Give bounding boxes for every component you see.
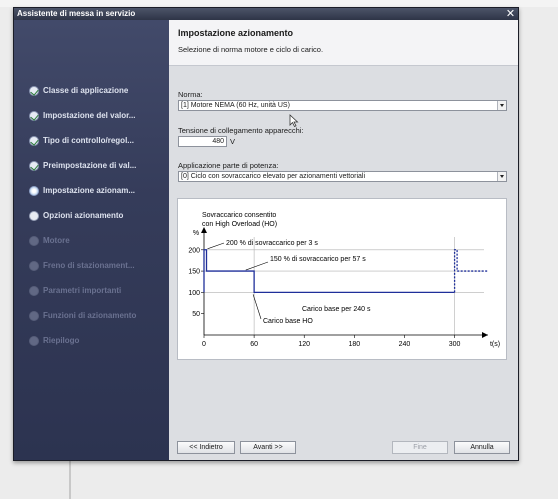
voltage-unit: V bbox=[230, 137, 236, 146]
x-tick-label: 240 bbox=[399, 341, 411, 348]
step-circle-icon bbox=[29, 286, 39, 296]
chart-title-line: con High Overload (HO) bbox=[202, 221, 277, 228]
check-circle-icon bbox=[29, 86, 39, 96]
y-tick-label: 150 bbox=[188, 269, 200, 276]
annotation-arrow bbox=[207, 242, 225, 250]
x-tick-label: 120 bbox=[298, 341, 310, 348]
voltage-label: Tensione di collegamento apparecchi: bbox=[178, 126, 304, 135]
x-tick-label: 300 bbox=[449, 341, 461, 348]
sidebar-item-label: Riepilogo bbox=[43, 336, 80, 345]
y-tick-label: 100 bbox=[188, 290, 200, 297]
annotation-200-percent: 200 % di sovraccarico per 3 s bbox=[226, 240, 318, 247]
back-button[interactable]: << Indietro bbox=[177, 441, 235, 454]
sidebar-item-label: Classe di applicazione bbox=[43, 86, 129, 95]
page-subtitle: Selezione di norma motore e ciclo di car… bbox=[178, 45, 324, 54]
x-axis-label: t(s) bbox=[490, 341, 500, 348]
sidebar-item: Parametri importanti bbox=[29, 285, 167, 297]
check-circle-icon bbox=[29, 111, 39, 121]
sidebar-item-label: Preimpostazione di val... bbox=[43, 161, 137, 170]
sidebar-item: Freno di stazionament... bbox=[29, 260, 167, 272]
chart-svg: Sovraccarico consentito con High Overload… bbox=[188, 212, 500, 348]
check-circle-icon bbox=[29, 161, 39, 171]
cancel-button[interactable]: Annulla bbox=[454, 441, 510, 454]
y-tick-label: 50 bbox=[192, 311, 200, 318]
x-tick-label: 0 bbox=[202, 341, 206, 348]
norm-label: Norma: bbox=[178, 90, 203, 99]
sidebar-item[interactable]: Classe di applicazione bbox=[29, 85, 167, 97]
sidebar-item: Motore bbox=[29, 235, 167, 247]
annotation-base-load-ho: Carico base HO bbox=[263, 318, 313, 325]
sidebar-item-label: Funzioni di azionamento bbox=[43, 311, 137, 320]
step-circle-icon bbox=[29, 211, 39, 221]
power-value: [0] Ciclo con sovraccarico elevato per a… bbox=[181, 173, 366, 180]
step-circle-icon bbox=[29, 186, 39, 196]
check-circle-icon bbox=[29, 136, 39, 146]
chevron-down-icon[interactable] bbox=[497, 101, 506, 110]
sidebar-item[interactable]: Impostazione azionam... bbox=[29, 185, 167, 197]
finish-button: Fine bbox=[392, 441, 448, 454]
sidebar-item-label: Motore bbox=[43, 236, 70, 245]
sidebar-item: Riepilogo bbox=[29, 335, 167, 347]
annotation-arrow bbox=[245, 261, 269, 271]
annotation-base-load: Carico base per 240 s bbox=[302, 306, 371, 313]
sidebar-item[interactable]: Impostazione del valor... bbox=[29, 110, 167, 122]
voltage-input[interactable]: 480 bbox=[178, 136, 227, 147]
step-circle-icon bbox=[29, 311, 39, 321]
wizard-window: Assistente di messa in servizio ✕ Classe… bbox=[13, 7, 519, 461]
sidebar-item[interactable]: Opzioni azionamento bbox=[29, 210, 167, 222]
sidebar-item-label: Opzioni azionamento bbox=[43, 211, 124, 220]
next-button[interactable]: Avanti >> bbox=[240, 441, 296, 454]
step-circle-icon bbox=[29, 261, 39, 271]
sidebar-item-label: Impostazione azionam... bbox=[43, 186, 136, 195]
sidebar-item-label: Tipo di controllo/regol... bbox=[43, 136, 134, 145]
sidebar-item[interactable]: Tipo di controllo/regol... bbox=[29, 135, 167, 147]
norm-value: [1] Motore NEMA (60 Hz, unità US) bbox=[181, 102, 290, 109]
power-select[interactable]: [0] Ciclo con sovraccarico elevato per a… bbox=[178, 171, 507, 182]
step-circle-icon bbox=[29, 336, 39, 346]
background-divider bbox=[69, 455, 71, 499]
x-axis-arrow bbox=[482, 332, 488, 338]
window-title: Assistente di messa in servizio bbox=[14, 8, 518, 20]
background-strip bbox=[0, 0, 558, 7]
mouse-cursor-icon bbox=[289, 114, 299, 128]
x-tick-label: 180 bbox=[349, 341, 361, 348]
main-panel: Impostazione azionamento Selezione di no… bbox=[169, 20, 518, 460]
y-tick-label: 200 bbox=[188, 247, 200, 254]
sidebar-item-label: Parametri importanti bbox=[43, 286, 122, 295]
sidebar-item-label: Impostazione del valor... bbox=[43, 111, 136, 120]
annotation-150-percent: 150 % di sovraccarico per 57 s bbox=[270, 256, 366, 263]
close-icon[interactable]: ✕ bbox=[505, 8, 516, 20]
chart-title-line: Sovraccarico consentito bbox=[202, 212, 276, 219]
page-title: Impostazione azionamento bbox=[178, 28, 294, 38]
power-label: Applicazione parte di potenza: bbox=[178, 161, 279, 170]
step-circle-icon bbox=[29, 236, 39, 246]
chevron-down-icon[interactable] bbox=[497, 172, 506, 181]
sidebar: Classe di applicazione Impostazione del v… bbox=[14, 20, 169, 460]
x-tick-label: 60 bbox=[250, 341, 258, 348]
load-cycle-chart: Sovraccarico consentito con High Overload… bbox=[177, 198, 507, 360]
sidebar-item[interactable]: Preimpostazione di val... bbox=[29, 160, 167, 172]
norm-select[interactable]: [1] Motore NEMA (60 Hz, unità US) bbox=[178, 100, 507, 111]
y-axis-label: % bbox=[193, 230, 199, 237]
sidebar-item: Funzioni di azionamento bbox=[29, 310, 167, 322]
page-header: Impostazione azionamento Selezione di no… bbox=[169, 20, 518, 66]
sidebar-item-label: Freno di stazionament... bbox=[43, 261, 135, 270]
